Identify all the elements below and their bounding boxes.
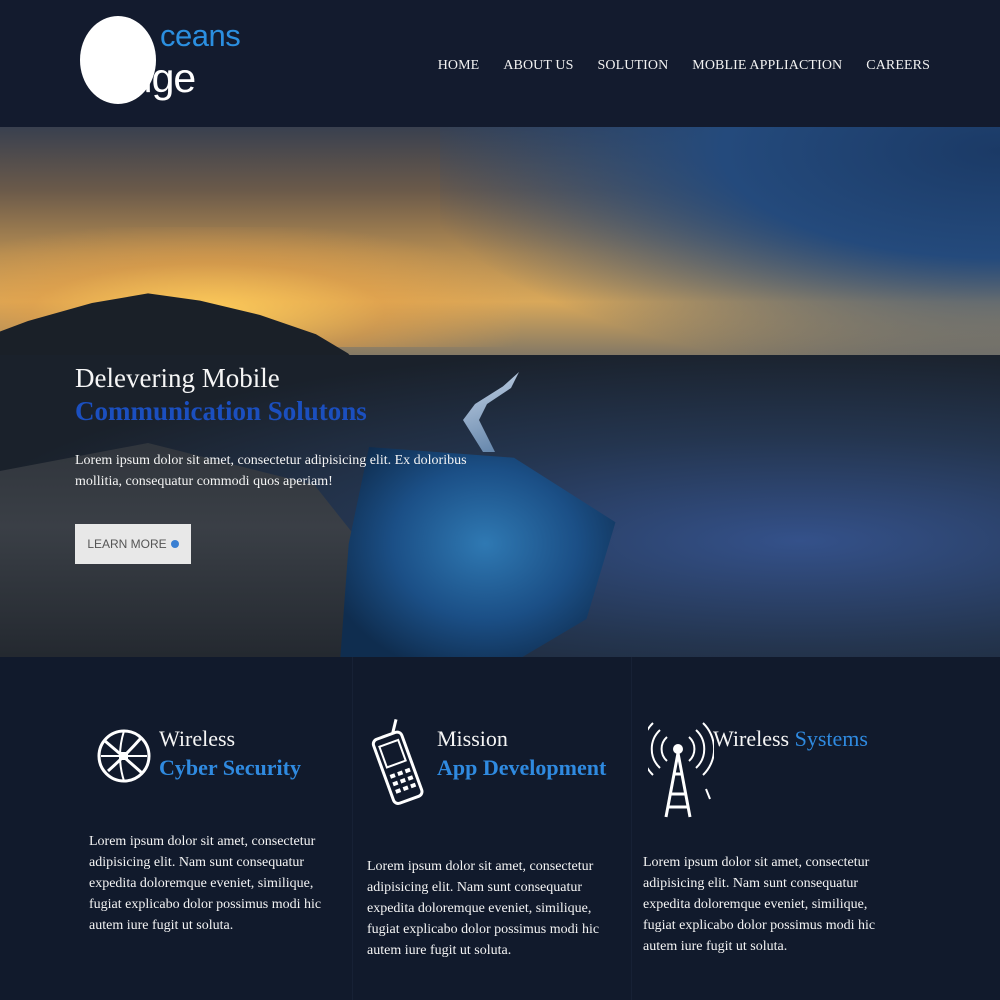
- site-header: ceans edge HOME ABOUT US SOLUTION MOBLIE…: [0, 0, 1000, 127]
- nav-solution[interactable]: SOLUTION: [598, 58, 669, 74]
- arrow-circle-icon: [170, 540, 179, 548]
- learn-more-label: LEARN MORE: [87, 537, 167, 551]
- feature-title: Wireless Systems: [713, 725, 868, 754]
- feature-title-line2: Systems: [794, 726, 868, 751]
- feature-card-wireless-systems: Wireless Systems Lorem ipsum dolor sit a…: [630, 657, 1000, 1000]
- feature-title: Mission App Development: [437, 725, 606, 782]
- nav-mobile-application[interactable]: MOBLIE APPLIACTION: [692, 58, 842, 74]
- feature-description: Lorem ipsum dolor sit amet, consectetur …: [643, 855, 876, 954]
- hero-banner: Delevering Mobile Communication Solutons…: [0, 127, 1000, 657]
- feature-title-line2: App Development: [437, 754, 607, 780]
- feature-title-line1: Mission: [437, 726, 508, 751]
- feature-title-line1: Wireless: [159, 726, 236, 751]
- nav-careers[interactable]: CAREERS: [866, 58, 930, 74]
- main-navigation: HOME ABOUT US SOLUTION MOBLIE APPLIACTIO…: [438, 58, 930, 74]
- logo-word-edge: edge: [108, 55, 196, 101]
- feature-title: Wireless Cyber Security: [159, 725, 301, 782]
- nav-about-us[interactable]: ABOUT US: [503, 58, 573, 74]
- nav-home[interactable]: HOME: [438, 58, 480, 74]
- hero-description: Lorem ipsum dolor sit amet, consectetur …: [75, 453, 467, 489]
- feature-card-cyber-security: Wireless Cyber Security Lorem ipsum dolo…: [0, 657, 352, 1000]
- feature-title-line2: Cyber Security: [159, 754, 301, 780]
- feature-title-line1: Wireless: [713, 726, 795, 751]
- hero-sky-blue: [440, 127, 1000, 367]
- hero-title-line2: Communication Solutons: [75, 395, 367, 426]
- hero-heading: Delevering Mobile Communication Solutons: [75, 363, 367, 429]
- learn-more-button[interactable]: LEARN MORE: [75, 524, 191, 564]
- radio-tower-icon: [648, 722, 714, 818]
- logo-word-ceans: ceans: [160, 18, 241, 53]
- feature-description: Lorem ipsum dolor sit amet, consectetur …: [89, 834, 322, 933]
- feature-card-app-development: Mission App Development Lorem ipsum dolo…: [352, 657, 632, 1000]
- mobile-phone-icon: [371, 719, 424, 805]
- globe-satellite-icon: [97, 729, 151, 783]
- features-section: Wireless Cyber Security Lorem ipsum dolo…: [0, 657, 1000, 1000]
- hero-title-line1: Delevering Mobile: [75, 363, 280, 393]
- feature-description: Lorem ipsum dolor sit amet, consectetur …: [367, 859, 600, 958]
- oceans-edge-logo[interactable]: ceans edge: [78, 14, 241, 106]
